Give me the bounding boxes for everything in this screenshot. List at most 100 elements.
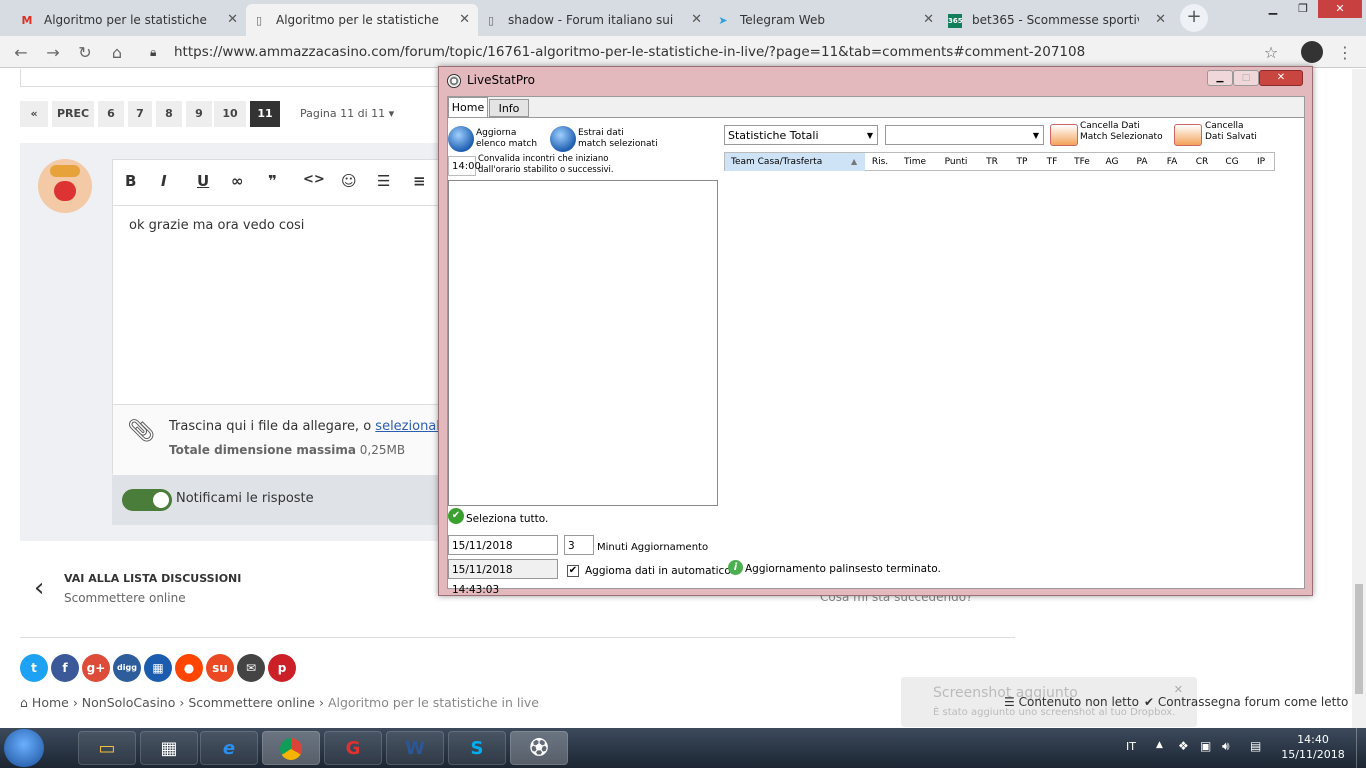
window-titlebar[interactable]: LiveStatPro ▁ □ ✕: [439, 67, 1312, 95]
page-11-current[interactable]: 11: [250, 101, 280, 127]
minimize-button[interactable]: ▁: [1258, 0, 1288, 18]
reload-icon[interactable]: ↻: [74, 42, 96, 64]
page-scrollbar[interactable]: [1352, 69, 1366, 728]
first-page-button[interactable]: «: [20, 101, 48, 127]
col-ip[interactable]: IP: [1247, 153, 1275, 171]
tab-shadow[interactable]: ▯ shadow - Forum italiano sui casinò ✕: [478, 4, 710, 36]
start-button[interactable]: [4, 729, 44, 767]
reply-text[interactable]: ok grazie ma ora vedo cosi: [129, 218, 304, 233]
col-time[interactable]: Time: [895, 153, 935, 171]
network-icon[interactable]: ▤: [1250, 739, 1261, 753]
tab-gmail[interactable]: M Algoritmo per le statistiche in live ✕: [14, 4, 246, 36]
word-icon[interactable]: W: [386, 731, 444, 765]
address-bar[interactable]: https://www.ammazzacasino.com/forum/topi…: [140, 40, 1290, 64]
col-tf[interactable]: TF: [1037, 153, 1067, 171]
star-icon[interactable]: ☆: [1260, 42, 1282, 64]
prev-page-button[interactable]: PREC: [52, 101, 94, 127]
mark-read-link[interactable]: ✔ Contrassegna forum come letto: [1144, 695, 1348, 709]
minutes-input[interactable]: 3: [564, 535, 594, 555]
col-ris[interactable]: Ris.: [865, 153, 895, 171]
reply-editor[interactable]: B I U ∞ ❞ <> ☺ ☰ ≡ ok grazie ma ora vedo…: [112, 159, 456, 475]
language-indicator[interactable]: IT: [1126, 740, 1136, 753]
page-8[interactable]: 8: [156, 101, 182, 127]
col-cg[interactable]: CG: [1217, 153, 1247, 171]
skype-icon[interactable]: S: [448, 731, 506, 765]
col-tp[interactable]: TP: [1007, 153, 1037, 171]
numbered-list-icon[interactable]: ≡: [413, 172, 426, 190]
italic-icon[interactable]: I: [161, 172, 167, 190]
tray-expand-icon[interactable]: ▲: [1156, 740, 1163, 750]
eraser-saved-icon[interactable]: [1174, 124, 1202, 146]
close-window-button[interactable]: ✕: [1318, 0, 1362, 18]
col-tfe[interactable]: TFe: [1067, 153, 1097, 171]
page-6[interactable]: 6: [98, 101, 124, 127]
extract-button-label[interactable]: Estrai dati match selezionati: [578, 128, 658, 150]
page-9[interactable]: 9: [186, 101, 212, 127]
col-punti[interactable]: Punti: [935, 153, 977, 171]
back-icon[interactable]: ←: [10, 42, 32, 64]
col-pa[interactable]: PA: [1127, 153, 1157, 171]
chrome-icon[interactable]: [262, 731, 320, 765]
eraser-match-icon[interactable]: [1050, 124, 1078, 146]
internet-explorer-icon[interactable]: e: [200, 731, 258, 765]
update-button-label[interactable]: Aggiorna elenco match: [476, 128, 537, 150]
bullet-list-icon[interactable]: ☰: [377, 172, 390, 190]
minimize-button[interactable]: ▁: [1207, 70, 1233, 86]
cancel-match-button-label[interactable]: Cancella Dati Match Selezionato: [1080, 121, 1163, 143]
cancel-saved-button-label[interactable]: Cancella Dati Salvati: [1205, 121, 1257, 143]
link-icon[interactable]: ∞: [231, 172, 244, 190]
match-list[interactable]: [448, 180, 718, 506]
breadcrumb-home[interactable]: Home: [32, 695, 69, 710]
start-time-input[interactable]: 14:00: [448, 156, 481, 176]
twitter-icon[interactable]: t: [20, 654, 48, 682]
pinterest-icon[interactable]: p: [268, 654, 296, 682]
close-icon[interactable]: ✕: [923, 12, 934, 27]
page-indicator[interactable]: Pagina 11 di 11 ▾: [300, 101, 394, 127]
scrollbar-thumb[interactable]: [1355, 584, 1363, 694]
quote-icon[interactable]: ❞: [268, 172, 277, 190]
close-icon[interactable]: ✕: [691, 12, 702, 27]
unread-content-link[interactable]: ☰ Contenuto non letto: [1004, 695, 1139, 709]
forward-icon[interactable]: →: [42, 42, 64, 64]
explorer-icon[interactable]: ▭: [78, 731, 136, 765]
email-icon[interactable]: ✉: [237, 654, 265, 682]
calculator-icon[interactable]: ▦: [140, 731, 198, 765]
digg-icon[interactable]: digg: [113, 654, 141, 682]
close-icon[interactable]: ✕: [459, 12, 470, 27]
chevron-left-icon[interactable]: ‹: [34, 573, 44, 603]
facebook-icon[interactable]: f: [51, 654, 79, 682]
menu-icon[interactable]: ⋮: [1334, 42, 1356, 64]
dropbox-icon[interactable]: ❖: [1178, 739, 1189, 753]
tab-forum-active[interactable]: ▯ Algoritmo per le statistiche in live ✕: [246, 4, 478, 36]
tab-info[interactable]: Info: [489, 99, 529, 117]
profile-avatar[interactable]: [1301, 41, 1323, 63]
reddit-icon[interactable]: ●: [175, 654, 203, 682]
code-icon[interactable]: <>: [303, 172, 325, 187]
back-to-list-link[interactable]: VAI ALLA LISTA DISCUSSIONI: [64, 572, 241, 585]
page-10[interactable]: 10: [214, 101, 246, 127]
match-select[interactable]: ▼: [885, 125, 1044, 145]
stats-select[interactable]: Statistiche Totali ▼: [724, 125, 878, 145]
auto-update-label[interactable]: Aggioma dati in automatico: [585, 565, 731, 577]
stumbleupon-icon[interactable]: su: [206, 654, 234, 682]
livestatpro-taskbar-icon[interactable]: ⚽︎: [510, 731, 568, 765]
tab-bet365[interactable]: 365 bet365 - Scommesse sportive online ✕: [942, 4, 1174, 36]
col-cr[interactable]: CR: [1187, 153, 1217, 171]
clock[interactable]: 14:40 15/11/2018: [1278, 732, 1348, 762]
show-desktop-button[interactable]: [1356, 728, 1366, 768]
restore-button[interactable]: ❐: [1288, 0, 1318, 18]
close-icon[interactable]: ✕: [1155, 12, 1166, 27]
close-window-button[interactable]: ✕: [1259, 70, 1303, 86]
bold-icon[interactable]: B: [125, 172, 136, 190]
app-g-icon[interactable]: G: [324, 731, 382, 765]
notify-toggle[interactable]: [122, 489, 172, 511]
auto-update-checkbox[interactable]: ✔: [567, 565, 579, 577]
googleplus-icon[interactable]: g+: [82, 654, 110, 682]
globe-extract-icon[interactable]: [550, 126, 576, 152]
attach-area[interactable]: 📎︎ Trascina qui i file da allegare, o se…: [113, 404, 456, 475]
delicious-icon[interactable]: ▦: [144, 654, 172, 682]
col-team[interactable]: Team Casa/Trasferta: [725, 153, 865, 171]
col-ag[interactable]: AG: [1097, 153, 1127, 171]
select-all-label[interactable]: Seleziona tutto.: [466, 513, 548, 525]
globe-update-icon[interactable]: [448, 126, 474, 152]
